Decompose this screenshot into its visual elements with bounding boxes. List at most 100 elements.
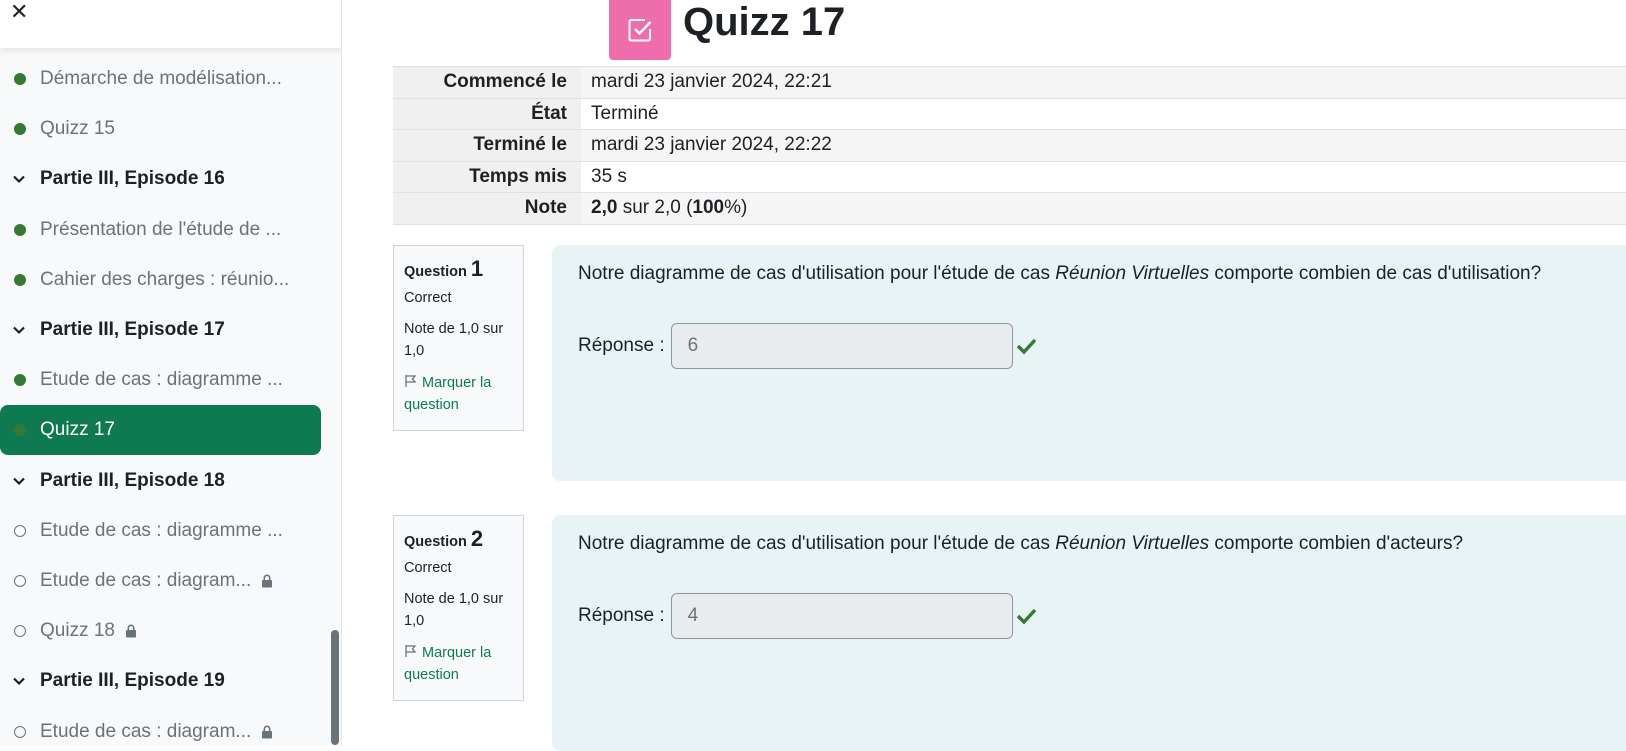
summary-key: Commencé le: [393, 67, 581, 98]
question-text: Notre diagramme de cas d'utilisation pou…: [578, 533, 1626, 555]
summary-key: Temps mis: [393, 161, 581, 192]
summary-value: mardi 23 janvier 2024, 22:21: [591, 71, 832, 93]
sidebar-item-d-marche-de-mod-lisation[interactable]: Démarche de modélisation...: [0, 54, 321, 104]
sidebar-item-label: Partie III, Episode 19: [40, 670, 225, 692]
chevron-down-icon[interactable]: [12, 474, 26, 488]
lock-icon: [262, 725, 273, 739]
sidebar-item-label: Quizz 17: [40, 419, 115, 441]
completion-todo-icon: [14, 575, 26, 587]
grade-score: 2,0: [591, 197, 618, 219]
question-grade: Note de 1,0 sur 1,0: [404, 321, 504, 359]
sidebar-item-label: Quizz 15: [40, 118, 115, 140]
chevron-down-icon[interactable]: [12, 172, 26, 186]
sidebar-item-label: Présentation de l'étude de ...: [40, 218, 282, 240]
answer-row: Réponse : 4: [578, 593, 1626, 639]
question-label: Question: [404, 264, 467, 280]
summary-key: État: [393, 98, 581, 129]
sidebar-item-label: Partie III, Episode 17: [40, 319, 225, 340]
answer-row: Réponse : 6: [578, 323, 1626, 369]
flag-icon: [405, 645, 417, 657]
quiz-check-icon: [609, 0, 671, 60]
question-content-2: Notre diagramme de cas d'utilisation pou…: [552, 515, 1626, 751]
question-text-part: comporte combien de cas d'utilisation?: [1209, 263, 1542, 284]
summary-value: 2,0 sur 2,0 (100%): [581, 197, 747, 219]
flag-icon: [405, 375, 417, 387]
question-number: Question 2: [404, 526, 513, 552]
summary-value: mardi 23 janvier 2024, 22:22: [591, 134, 832, 156]
sidebar-section-partie-iii-episode-19[interactable]: Partie III, Episode 19: [0, 656, 321, 706]
summary-value: 35 s: [591, 165, 627, 187]
sidebar-section-partie-iii-episode-17[interactable]: Partie III, Episode 17: [0, 305, 321, 355]
sidebar-item-label: Cahier des charges : réunio...: [40, 268, 290, 290]
completion-todo-icon: [14, 524, 26, 537]
summary-value: Terminé: [591, 102, 659, 124]
question-grade: Note de 1,0 sur 1,0: [404, 591, 504, 629]
sidebar-section-partie-iii-episode-16[interactable]: Partie III, Episode 16: [0, 154, 321, 204]
sidebar-item-pr-sentation-de-l-tude-de[interactable]: Présentation de l'étude de ...: [0, 205, 321, 255]
question-text-italic: Réunion Virtuelles: [1055, 533, 1210, 554]
summary-row-started: Commencé le mardi 23 janvier 2024, 22:21: [393, 67, 1626, 99]
check-icon: [1016, 338, 1036, 355]
flag-question-link[interactable]: Marquer la question: [404, 372, 513, 416]
attempt-summary-table: Commencé le mardi 23 janvier 2024, 22:21…: [393, 66, 1626, 225]
sidebar-item-label: Démarche de modélisation...: [40, 68, 282, 89]
sidebar-item-etude-de-cas-diagram[interactable]: Etude de cas : diagram...: [0, 707, 321, 745]
completion-done-icon: [14, 273, 26, 286]
grade-end: %): [724, 197, 748, 219]
question-text-part: Notre diagramme de cas d'utilisation pou…: [578, 533, 1056, 554]
drawer-header: ✕: [0, 0, 341, 48]
question-text: Notre diagramme de cas d'utilisation pou…: [578, 263, 1626, 285]
sidebar-item-label: Quizz 18: [40, 620, 137, 642]
summary-row-time: Temps mis 35 s: [393, 161, 1626, 193]
question-state: Correct: [404, 290, 452, 306]
sidebar-item-label: Etude de cas : diagram...: [40, 721, 273, 743]
completion-done-icon: [14, 424, 26, 437]
summary-row-grade: Note 2,0 sur 2,0 (100%): [393, 193, 1626, 225]
answer-label: Réponse :: [578, 605, 665, 626]
answer-label: Réponse :: [578, 335, 665, 356]
completion-done-icon: [14, 73, 26, 85]
sidebar-item-etude-de-cas-diagram[interactable]: Etude de cas : diagram...: [0, 556, 321, 606]
summary-key: Note: [393, 193, 581, 224]
summary-row-state: État Terminé: [393, 98, 1626, 130]
sidebar-item-label: Partie III, Episode 16: [40, 168, 225, 190]
grade-percent: 100: [692, 197, 725, 219]
page-title: Quizz 17: [683, 0, 846, 44]
question-content-1: Notre diagramme de cas d'utilisation pou…: [552, 245, 1626, 481]
completion-todo-icon: [14, 625, 26, 638]
sidebar-item-cahier-des-charges-r-unio[interactable]: Cahier des charges : réunio...: [0, 255, 321, 305]
summary-row-finished: Terminé le mardi 23 janvier 2024, 22:22: [393, 130, 1626, 162]
lock-icon: [125, 624, 136, 638]
question-state: Correct: [404, 560, 452, 576]
sidebar-item-quizz-15[interactable]: Quizz 15: [0, 104, 321, 154]
question-num: 1: [470, 256, 484, 281]
sidebar-item-etude-de-cas-diagramme[interactable]: Etude de cas : diagramme ...: [0, 506, 321, 556]
completion-done-icon: [14, 374, 26, 387]
answer-input[interactable]: 6: [670, 323, 1013, 369]
summary-key: Terminé le: [393, 130, 581, 161]
question-label: Question: [404, 534, 467, 550]
question-text-part: Notre diagramme de cas d'utilisation pou…: [578, 263, 1056, 284]
sidebar-item-label: Etude de cas : diagram...: [40, 570, 273, 592]
sidebar-item-quizz-18[interactable]: Quizz 18: [0, 606, 321, 656]
completion-done-icon: [14, 223, 26, 236]
scrollbar[interactable]: [331, 630, 339, 745]
check-icon: [1016, 608, 1036, 625]
lock-icon: [262, 574, 273, 588]
question-number: Question 1: [404, 256, 513, 282]
completion-todo-icon: [14, 725, 26, 738]
sidebar-item-label: Etude de cas : diagramme ...: [40, 519, 283, 541]
answer-input[interactable]: 4: [670, 593, 1013, 639]
question-text-italic: Réunion Virtuelles: [1055, 263, 1210, 284]
flag-question-link[interactable]: Marquer la question: [404, 642, 513, 686]
sidebar-item-etude-de-cas-diagramme[interactable]: Etude de cas : diagramme ...: [0, 355, 321, 405]
chevron-down-icon[interactable]: [12, 674, 26, 688]
close-icon[interactable]: ✕: [10, 1, 28, 23]
question-num: 2: [470, 526, 484, 551]
sidebar-item-label: Partie III, Episode 18: [40, 469, 225, 491]
question-info-1: Question 1 Correct Note de 1,0 sur 1,0 M…: [393, 245, 524, 431]
chevron-down-icon[interactable]: [12, 323, 26, 337]
sidebar-item-quizz-17[interactable]: Quizz 17: [0, 405, 321, 456]
sidebar-section-partie-iii-episode-18[interactable]: Partie III, Episode 18: [0, 456, 321, 506]
checkbox-icon: [628, 19, 652, 42]
